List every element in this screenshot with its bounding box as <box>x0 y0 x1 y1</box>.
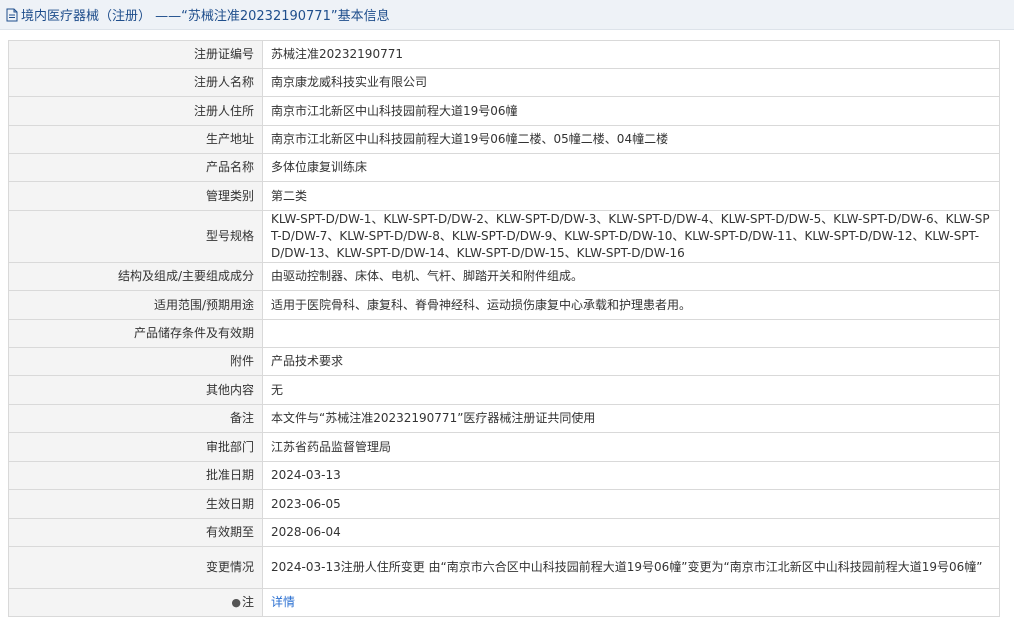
row-value: 多体位康复训练床 <box>262 153 1000 182</box>
note-label: 注 <box>241 595 254 609</box>
table-row: 管理类别 第二类 <box>8 181 1000 211</box>
pin-icon: ● <box>231 596 241 609</box>
table-row: 注册证编号 苏械注准20232190771 <box>8 40 1000 69</box>
info-table-body: 注册证编号 苏械注准20232190771 注册人名称 南京康龙威科技实业有限公司 注册… <box>8 40 1000 617</box>
row-value: 无 <box>262 375 1000 405</box>
row-label: 注册人名称 <box>8 68 263 97</box>
row-label: 型号规格 <box>8 210 263 263</box>
table-row: 生效日期 2023-06-05 <box>8 489 1000 519</box>
row-value: 2024-03-13注册人住所变更 由“南京市六合区中山科技园前程大道19号06… <box>262 546 1000 589</box>
row-label: 注册证编号 <box>8 40 263 69</box>
row-label: 管理类别 <box>8 181 263 211</box>
row-label: 变更情况 <box>8 546 263 589</box>
table-row: 有效期至 2028-06-04 <box>8 518 1000 547</box>
row-value: 苏械注准20232190771 <box>262 40 1000 69</box>
document-icon <box>6 8 18 21</box>
row-label: 有效期至 <box>8 518 263 547</box>
row-value: 2024-03-13 <box>262 461 1000 490</box>
row-label: 适用范围/预期用途 <box>8 290 263 320</box>
row-label: 产品名称 <box>8 153 263 182</box>
table-row: 批准日期 2024-03-13 <box>8 461 1000 490</box>
row-label: 批准日期 <box>8 461 263 490</box>
row-value: 由驱动控制器、床体、电机、气杆、脚踏开关和附件组成。 <box>262 262 1000 291</box>
row-label: 生产地址 <box>8 125 263 154</box>
row-value: 适用于医院骨科、康复科、脊骨神经科、运动损伤康复中心承载和护理患者用。 <box>262 290 1000 320</box>
row-label: 其他内容 <box>8 375 263 405</box>
table-row: 附件 产品技术要求 <box>8 347 1000 376</box>
row-label: 结构及组成/主要组成成分 <box>8 262 263 291</box>
table-row: 适用范围/预期用途 适用于医院骨科、康复科、脊骨神经科、运动损伤康复中心承载和护理… <box>8 290 1000 320</box>
table-row: 生产地址 南京市江北新区中山科技园前程大道19号06幢二楼、05幢二楼、04幢二楼 <box>8 125 1000 154</box>
table-row: 型号规格 KLW-SPT-D/DW-1、KLW-SPT-D/DW-2、KLW-SP… <box>8 210 1000 263</box>
row-value: 本文件与“苏械注准20232190771”医疗器械注册证共同使用 <box>262 404 1000 433</box>
page-header: 境内医疗器械（注册） ——“苏械注准20232190771”基本信息 <box>0 0 1014 30</box>
note-label-cell: ●注 <box>8 588 263 617</box>
row-value: 南京市江北新区中山科技园前程大道19号06幢 <box>262 96 1000 126</box>
row-label: 生效日期 <box>8 489 263 519</box>
row-label: 审批部门 <box>8 432 263 462</box>
table-row: 其他内容无 <box>8 375 1000 405</box>
table-row: 变更情况 2024-03-13注册人住所变更 由“南京市六合区中山科技园前程大道1… <box>8 546 1000 589</box>
row-value: 2023-06-05 <box>262 489 1000 519</box>
detail-link[interactable]: 详情 <box>271 595 295 609</box>
table-row: 产品名称 多体位康复训练床 <box>8 153 1000 182</box>
table-row: 注册人名称 南京康龙威科技实业有限公司 <box>8 68 1000 97</box>
table-row: 备注 本文件与“苏械注准20232190771”医疗器械注册证共同使用 <box>8 404 1000 433</box>
note-value-cell: 详情 <box>262 588 1000 617</box>
row-value: 2028-06-04 <box>262 518 1000 547</box>
row-value: KLW-SPT-D/DW-1、KLW-SPT-D/DW-2、KLW-SPT-D/… <box>262 210 1000 263</box>
row-label: 附件 <box>8 347 263 376</box>
row-value: 南京康龙威科技实业有限公司 <box>262 68 1000 97</box>
page-title: 境内医疗器械（注册） ——“苏械注准20232190771”基本信息 <box>21 9 390 24</box>
row-value: 产品技术要求 <box>262 347 1000 376</box>
info-table: 注册证编号 苏械注准20232190771 注册人名称 南京康龙威科技实业有限公司 注册… <box>8 40 1000 617</box>
table-row: 注册人住所 南京市江北新区中山科技园前程大道19号06幢 <box>8 96 1000 126</box>
table-row: 产品储存条件及有效期 <box>8 319 1000 348</box>
row-value: 江苏省药品监督管理局 <box>262 432 1000 462</box>
table-row: 结构及组成/主要组成成分 由驱动控制器、床体、电机、气杆、脚踏开关和附件组成。 <box>8 262 1000 291</box>
row-label: 备注 <box>8 404 263 433</box>
row-label: 注册人住所 <box>8 96 263 126</box>
note-row: ●注 详情 <box>8 588 1000 617</box>
row-label: 产品储存条件及有效期 <box>8 319 263 348</box>
table-row: 审批部门 江苏省药品监督管理局 <box>8 432 1000 462</box>
row-value <box>262 319 1000 348</box>
row-value: 第二类 <box>262 181 1000 211</box>
row-value: 南京市江北新区中山科技园前程大道19号06幢二楼、05幢二楼、04幢二楼 <box>262 125 1000 154</box>
